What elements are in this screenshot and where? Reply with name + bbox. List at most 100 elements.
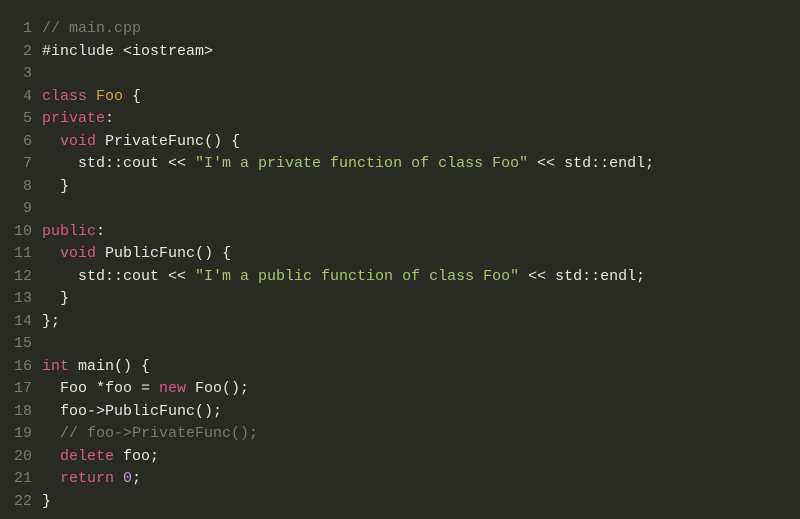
code-token: private <box>42 110 105 127</box>
code-token: }; <box>42 313 60 330</box>
code-content: foo->PublicFunc(); <box>42 401 800 424</box>
code-content <box>42 333 800 356</box>
code-token <box>42 470 60 487</box>
line-number: 2 <box>0 41 42 64</box>
code-token: (); <box>195 403 222 420</box>
code-line: 3 <box>0 63 800 86</box>
code-content <box>42 63 800 86</box>
code-token <box>96 133 105 150</box>
code-token: } <box>42 290 69 307</box>
line-number: 17 <box>0 378 42 401</box>
code-token: delete <box>60 448 114 465</box>
code-line: 16int main() { <box>0 356 800 379</box>
code-token: <iostream> <box>123 43 213 60</box>
line-number: 19 <box>0 423 42 446</box>
code-line: 19 // foo->PrivateFunc(); <box>0 423 800 446</box>
code-token: ; <box>132 470 141 487</box>
code-token: 0 <box>123 470 132 487</box>
code-line: 7 std::cout << "I'm a private function o… <box>0 153 800 176</box>
code-line: 17 Foo *foo = new Foo(); <box>0 378 800 401</box>
code-token: #include <box>42 43 123 60</box>
line-number: 8 <box>0 176 42 199</box>
code-token <box>42 133 60 150</box>
code-token: { <box>123 88 141 105</box>
code-content: int main() { <box>42 356 800 379</box>
code-line: 10public: <box>0 221 800 244</box>
code-token: PrivateFunc <box>105 133 204 150</box>
code-token: } <box>42 493 51 510</box>
line-number: 16 <box>0 356 42 379</box>
line-number: 12 <box>0 266 42 289</box>
code-token <box>42 245 60 262</box>
code-token: : <box>96 223 105 240</box>
line-number: 22 <box>0 491 42 514</box>
line-number: 1 <box>0 18 42 41</box>
code-token: "I'm a public function of class Foo" <box>195 268 519 285</box>
code-token <box>42 448 60 465</box>
code-line: 9 <box>0 198 800 221</box>
line-number: 18 <box>0 401 42 424</box>
code-line: 18 foo->PublicFunc(); <box>0 401 800 424</box>
code-line: 8 } <box>0 176 800 199</box>
code-token: PublicFunc <box>105 403 195 420</box>
code-content: void PublicFunc() { <box>42 243 800 266</box>
code-token: new <box>159 380 186 397</box>
code-content: std::cout << "I'm a private function of … <box>42 153 800 176</box>
code-token: void <box>60 133 96 150</box>
code-editor: 1// main.cpp2#include <iostream>34class … <box>0 18 800 513</box>
code-line: 5private: <box>0 108 800 131</box>
code-token: std::cout << <box>42 268 195 285</box>
code-line: 20 delete foo; <box>0 446 800 469</box>
line-number: 9 <box>0 198 42 221</box>
code-token: class <box>42 88 96 105</box>
code-line: 6 void PrivateFunc() { <box>0 131 800 154</box>
code-token: << std::endl; <box>528 155 654 172</box>
code-token: : <box>105 110 114 127</box>
code-line: 14}; <box>0 311 800 334</box>
line-number: 13 <box>0 288 42 311</box>
code-token: Foo <box>96 88 123 105</box>
code-content <box>42 198 800 221</box>
code-token: () { <box>204 133 240 150</box>
code-line: 1// main.cpp <box>0 18 800 41</box>
code-token: foo; <box>114 448 159 465</box>
code-token <box>42 425 60 442</box>
code-token: public <box>42 223 96 240</box>
code-token: foo-> <box>42 403 105 420</box>
line-number: 10 <box>0 221 42 244</box>
code-content: } <box>42 288 800 311</box>
line-number: 15 <box>0 333 42 356</box>
line-number: 3 <box>0 63 42 86</box>
code-token: // main.cpp <box>42 20 141 37</box>
line-number: 20 <box>0 446 42 469</box>
code-content: Foo *foo = new Foo(); <box>42 378 800 401</box>
code-content: #include <iostream> <box>42 41 800 64</box>
code-line: 11 void PublicFunc() { <box>0 243 800 266</box>
code-content: delete foo; <box>42 446 800 469</box>
code-token: main <box>78 358 114 375</box>
code-token: Foo(); <box>186 380 249 397</box>
code-token: Foo *foo = <box>42 380 159 397</box>
code-token <box>114 470 123 487</box>
code-content: return 0; <box>42 468 800 491</box>
code-line: 22} <box>0 491 800 514</box>
line-number: 14 <box>0 311 42 334</box>
line-number: 6 <box>0 131 42 154</box>
code-line: 4class Foo { <box>0 86 800 109</box>
code-content: // foo->PrivateFunc(); <box>42 423 800 446</box>
code-token: () { <box>114 358 150 375</box>
line-number: 21 <box>0 468 42 491</box>
code-line: 15 <box>0 333 800 356</box>
code-content: private: <box>42 108 800 131</box>
line-number: 7 <box>0 153 42 176</box>
code-content: void PrivateFunc() { <box>42 131 800 154</box>
line-number: 5 <box>0 108 42 131</box>
code-token: // foo->PrivateFunc(); <box>60 425 258 442</box>
code-line: 13 } <box>0 288 800 311</box>
code-content: class Foo { <box>42 86 800 109</box>
code-content: public: <box>42 221 800 244</box>
code-content: }; <box>42 311 800 334</box>
code-token: PublicFunc <box>105 245 195 262</box>
code-content: } <box>42 176 800 199</box>
code-token: "I'm a private function of class Foo" <box>195 155 528 172</box>
